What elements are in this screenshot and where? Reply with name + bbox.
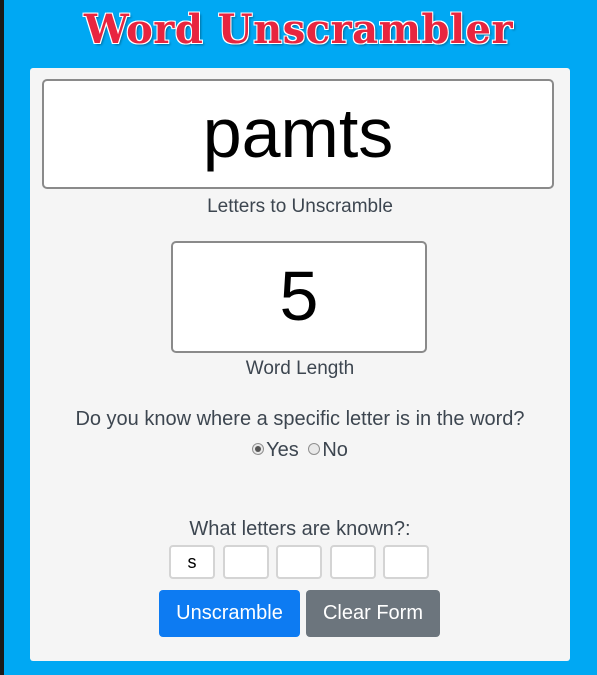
radio-yes[interactable]: Yes [252,439,304,461]
page-title: Word Unscrambler [83,6,514,53]
unscramble-form: pamts Letters to Unscramble 5 Word Lengt… [30,68,570,661]
unscramble-button[interactable]: Unscramble [159,590,300,637]
radio-yes-button[interactable] [252,442,265,455]
known-letters-label: What letters are known?: [189,518,411,540]
letters-input[interactable]: pamts [42,79,554,189]
letters-label: Letters to Unscramble [207,196,393,217]
known-letter-3[interactable] [276,545,322,579]
radio-no-label[interactable]: No [322,439,348,461]
radio-no-button[interactable] [308,442,321,455]
left-border [0,0,4,675]
radio-yes-label[interactable]: Yes [266,439,299,461]
position-question: Do you know where a specific letter is i… [75,408,525,430]
word-length-label: Word Length [245,358,355,379]
known-letter-5[interactable] [383,545,429,579]
word-length-input[interactable]: 5 [171,241,427,353]
known-letter-2[interactable] [223,545,269,579]
known-letter-1[interactable]: s [169,545,215,579]
position-radio-group: Yes No [30,439,570,462]
known-letter-4[interactable] [330,545,376,579]
radio-no[interactable]: No [304,439,348,461]
clear-form-button[interactable]: Clear Form [306,590,440,637]
